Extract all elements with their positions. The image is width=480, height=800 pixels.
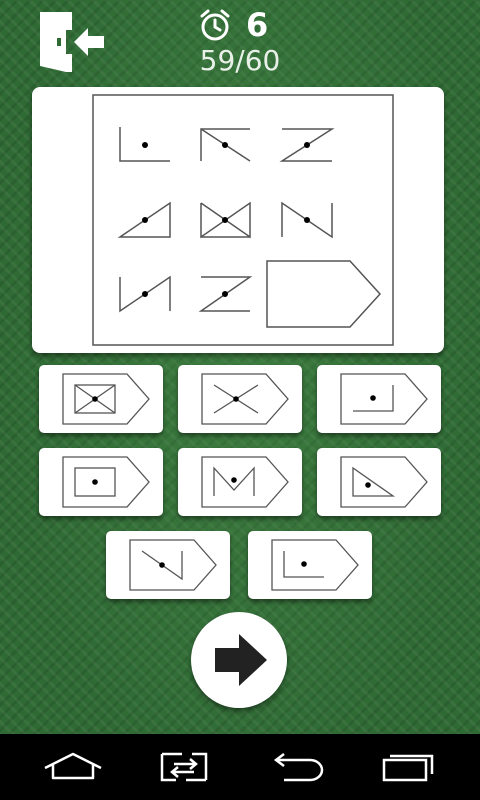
matrix-cell-diagonal-dot-top: [200, 128, 251, 162]
matrix-cell-n-dot-flip: [119, 275, 171, 313]
option-corner-dot: [271, 539, 359, 591]
arrow-right-icon: [215, 634, 267, 686]
matrix-cell-corner-dot-left: [119, 127, 170, 162]
back-button[interactable]: [256, 734, 336, 800]
option-6[interactable]: [317, 448, 441, 516]
switch-button[interactable]: [144, 734, 224, 800]
option-x-shape-dot: [201, 373, 289, 425]
switch-icon: [160, 752, 208, 782]
option-diagonal-bracket-dot: [129, 539, 217, 591]
option-4[interactable]: [39, 448, 163, 516]
option-1[interactable]: [39, 365, 163, 433]
option-7[interactable]: [106, 531, 230, 599]
matrix-cell-z-dot-top: [279, 128, 335, 162]
option-m-shape-dot: [201, 456, 289, 508]
option-right-bracket-dot: [340, 373, 428, 425]
recent-apps-button[interactable]: [368, 734, 448, 800]
stopwatch-icon: [200, 9, 230, 41]
timer: 6: [198, 6, 288, 46]
option-8[interactable]: [248, 531, 372, 599]
home-icon: [44, 752, 102, 780]
matrix-cell-missing-answer: [266, 260, 382, 328]
option-triangle-dot: [340, 456, 428, 508]
matrix-cell-hourglass-dot: [200, 201, 251, 239]
option-3[interactable]: [317, 365, 441, 433]
option-5[interactable]: [178, 448, 302, 516]
puzzle-matrix: [92, 94, 394, 346]
home-button[interactable]: [33, 734, 113, 800]
exit-door-icon: [40, 12, 104, 72]
back-icon: [273, 753, 324, 782]
option-box-dot: [62, 456, 150, 508]
exit-button[interactable]: [36, 8, 108, 76]
option-2[interactable]: [178, 365, 302, 433]
option-envelope-box-dot: [62, 373, 150, 425]
question-counter: 59/60: [199, 44, 281, 77]
matrix-cell-n-dot: [281, 201, 333, 239]
matrix-cell-triangle-dot-left: [117, 201, 171, 238]
matrix-cell-z-dot: [198, 276, 253, 312]
puzzle-panel: [32, 87, 444, 353]
system-nav-bar: [0, 734, 480, 800]
next-button[interactable]: [191, 612, 287, 708]
timer-value: 6: [246, 6, 269, 44]
recent-apps-icon: [382, 754, 434, 782]
